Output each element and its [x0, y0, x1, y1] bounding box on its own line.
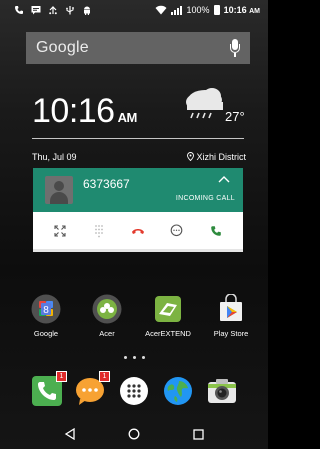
notification-icons — [14, 5, 92, 15]
signal-icon — [170, 5, 183, 15]
usb-icon — [66, 6, 74, 15]
call-status: INCOMING CALL — [175, 195, 235, 202]
answer-button[interactable] — [204, 219, 228, 243]
dialpad-button[interactable] — [87, 219, 111, 243]
call-header[interactable]: 6373667 INCOMING CALL — [33, 168, 243, 212]
app-label: AcerEXTEND — [145, 329, 191, 338]
clock-widget-time[interactable]: 10:16 AM — [32, 92, 137, 131]
app-google[interactable]: 8 Google — [18, 294, 74, 338]
rain-cloud-icon[interactable] — [181, 86, 225, 120]
page-indicator — [124, 356, 145, 359]
recents-button[interactable] — [190, 426, 206, 442]
app-acerextend[interactable]: AcerEXTEND — [140, 294, 196, 338]
message-icon — [31, 6, 41, 15]
chat-icon — [170, 224, 183, 237]
system-icons: 100% 10:16 AM — [155, 5, 260, 15]
app-label: Acer — [99, 329, 115, 338]
home-screen: 100% 10:16 AM Google 10:16 AM 27° Thu, Ju… — [0, 0, 268, 449]
hangup-icon — [131, 228, 144, 234]
google-folder-icon: 8 — [31, 294, 61, 324]
location-text: Xizhi District — [196, 152, 246, 162]
navigation-bar — [0, 419, 268, 449]
phone-icon — [15, 6, 23, 14]
recents-icon — [192, 428, 204, 440]
chevron-up-icon[interactable] — [218, 174, 230, 186]
app-acer[interactable]: Acer — [79, 294, 135, 338]
play-store-icon — [216, 293, 246, 324]
status-ampm: AM — [249, 8, 260, 15]
call-actions — [33, 212, 243, 252]
dialpad-icon — [95, 224, 104, 237]
battery-percent: 100% — [186, 5, 210, 15]
date-label: Thu, Jul 09 — [32, 152, 77, 162]
back-button[interactable] — [62, 426, 78, 442]
app-label: Play Store — [213, 329, 249, 338]
status-bar: 100% 10:16 AM — [0, 0, 268, 22]
app-play-store[interactable]: Play Store — [203, 293, 259, 338]
alarm-icon — [49, 6, 57, 15]
expand-icon — [54, 224, 66, 237]
clock-ampm: AM — [117, 110, 138, 125]
home-button[interactable] — [126, 426, 142, 442]
hangup-button[interactable] — [126, 219, 150, 243]
dock-camera[interactable] — [194, 375, 250, 407]
answer-icon — [210, 225, 221, 236]
app-drawer-icon — [118, 375, 150, 407]
battery-icon — [213, 5, 220, 15]
temperature: 27° — [225, 109, 245, 124]
status-time: 10:16 — [223, 5, 247, 15]
home-icon — [128, 428, 140, 440]
google-search-bar[interactable]: Google — [26, 32, 250, 64]
mic-icon[interactable] — [230, 39, 240, 57]
caller-number: 6373667 — [83, 177, 130, 191]
message-reply-button[interactable] — [165, 219, 189, 243]
google-logo: Google — [36, 39, 89, 56]
expand-button[interactable] — [48, 219, 72, 243]
phone-app-icon: 1 — [31, 371, 67, 407]
acer-folder-icon — [92, 294, 122, 324]
widget-divider — [32, 138, 244, 139]
incoming-call-card[interactable]: 6373667 INCOMING CALL — [33, 168, 243, 252]
android-icon — [84, 6, 90, 15]
messages-app-icon: 1 — [74, 371, 110, 407]
camera-icon — [206, 375, 238, 407]
clock-time: 10:16 — [32, 92, 115, 130]
wifi-icon — [155, 5, 167, 15]
back-icon — [64, 428, 75, 440]
location-label: Xizhi District — [187, 152, 246, 162]
location-pin-icon — [187, 152, 194, 162]
app-label: Google — [33, 329, 59, 338]
caller-avatar — [45, 176, 73, 204]
globe-icon — [162, 375, 194, 407]
svg-text:8: 8 — [43, 305, 49, 316]
acerextend-icon — [153, 294, 183, 324]
